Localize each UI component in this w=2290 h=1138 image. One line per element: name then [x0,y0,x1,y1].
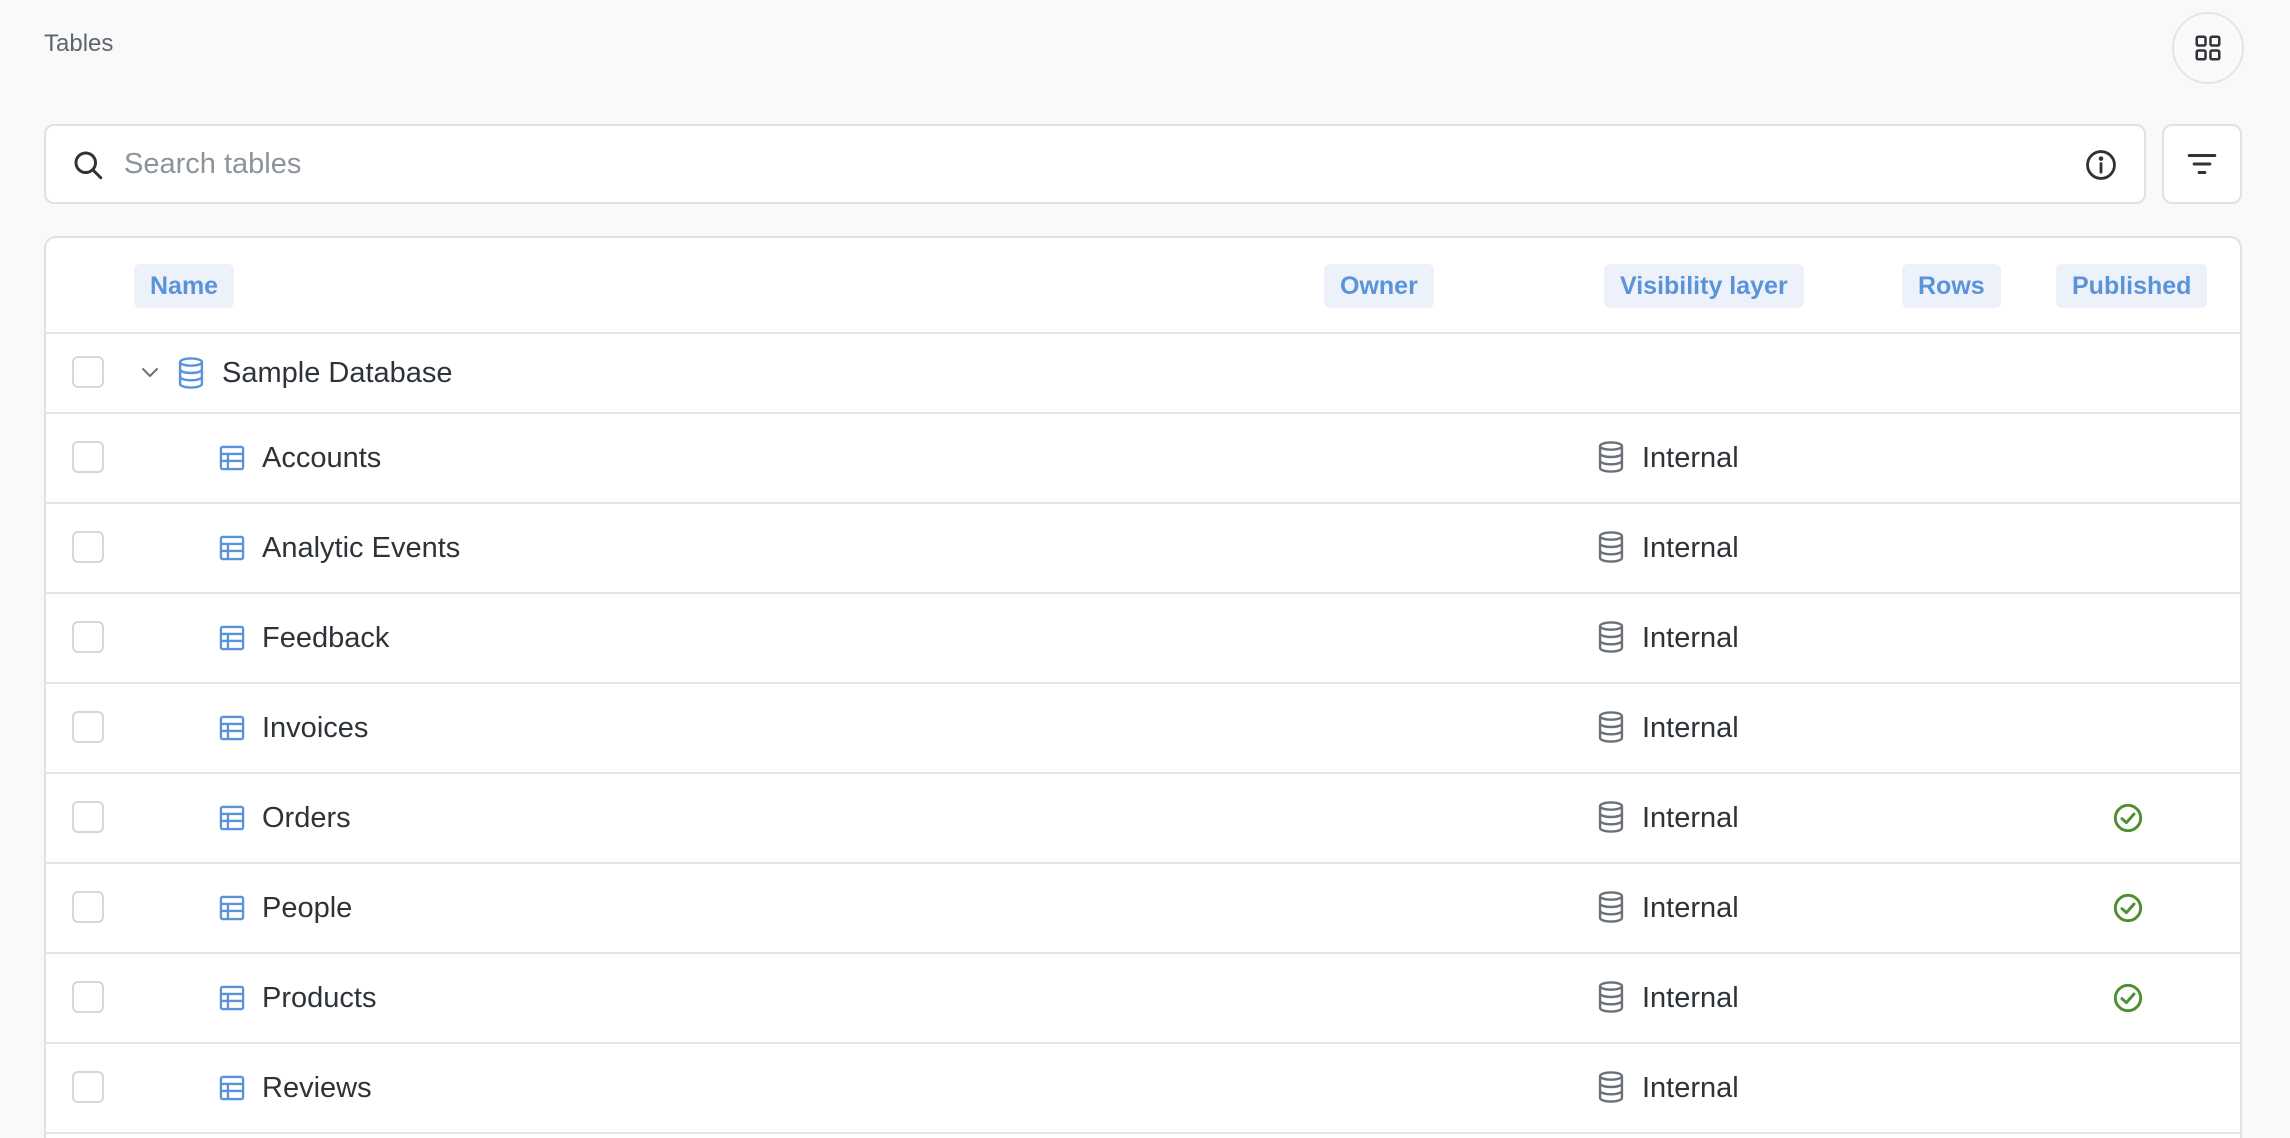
database-icon [1598,441,1624,473]
table-icon [219,535,245,561]
visibility-layer: Internal [1642,982,1739,1014]
database-icon [1598,1071,1624,1103]
table-header: Name Owner Visibility layer Rows Publish… [46,238,2240,334]
row-checkbox[interactable] [72,621,104,653]
filter-icon [2187,153,2217,175]
grid-icon [2195,35,2221,61]
table-row[interactable]: Invoices Internal [46,684,2240,774]
visibility-layer: Internal [1642,532,1739,564]
database-icon [1598,891,1624,923]
search-bar [44,124,2146,204]
table-row[interactable]: Reviews Internal [46,1044,2240,1134]
breadcrumb[interactable]: Tables [44,30,113,58]
database-icon [1598,981,1624,1013]
database-name: Sample Database [222,357,453,389]
tables-table: Name Owner Visibility layer Rows Publish… [44,236,2242,1138]
table-row[interactable]: Products Internal [46,954,2240,1044]
column-header-name[interactable]: Name [134,264,235,308]
table-row[interactable]: Feedback Internal [46,594,2240,684]
database-row[interactable]: Sample Database [46,334,2240,414]
row-checkbox[interactable] [72,891,104,923]
database-icon [1598,531,1624,563]
table-name[interactable]: Reviews [262,1069,372,1107]
row-checkbox[interactable] [72,531,104,563]
table-icon [219,1075,245,1101]
table-icon [219,445,245,471]
table-name[interactable]: Orders [262,799,351,837]
row-checkbox[interactable] [72,711,104,743]
visibility-layer: Internal [1642,442,1739,474]
database-icon [1598,801,1624,833]
check-circle-icon [2113,803,2143,833]
database-icon [1598,621,1624,653]
layout-toggle-button[interactable] [2172,12,2244,84]
database-icon [1598,711,1624,743]
table-name[interactable]: Accounts [262,439,381,477]
column-header-rows[interactable]: Rows [1902,264,2001,308]
row-checkbox[interactable] [72,356,104,388]
column-header-owner[interactable]: Owner [1324,264,1434,308]
database-icon [178,357,204,389]
chevron-down-icon[interactable] [138,360,162,384]
visibility-layer: Internal [1642,892,1739,924]
check-circle-icon [2113,983,2143,1013]
search-icon [74,151,103,180]
table-icon [219,895,245,921]
table-row[interactable]: Analytic Events Internal [46,504,2240,594]
table-name[interactable]: Feedback [262,619,389,657]
visibility-layer: Internal [1642,622,1739,654]
check-circle-icon [2113,893,2143,923]
tables-page: Tables Name Owner Visib [0,0,2290,1138]
table-name[interactable]: Products [262,979,376,1017]
column-header-visibility[interactable]: Visibility layer [1604,264,1804,308]
filter-button[interactable] [2162,124,2242,204]
table-name[interactable]: People [262,889,352,927]
table-row[interactable]: People Internal [46,864,2240,954]
table-rows: Accounts Internal Analytic Events Internal F… [46,414,2240,1134]
row-checkbox[interactable] [72,1071,104,1103]
row-checkbox[interactable] [72,981,104,1013]
table-icon [219,625,245,651]
visibility-layer: Internal [1642,712,1739,744]
row-checkbox[interactable] [72,801,104,833]
row-checkbox[interactable] [72,441,104,473]
table-row[interactable]: Orders Internal [46,774,2240,864]
table-icon [219,985,245,1011]
visibility-layer: Internal [1642,802,1739,834]
column-header-published[interactable]: Published [2056,264,2208,308]
table-row[interactable]: Accounts Internal [46,414,2240,504]
search-input[interactable] [124,138,2024,190]
table-name[interactable]: Analytic Events [262,529,460,567]
info-icon[interactable] [2084,148,2118,182]
table-icon [219,805,245,831]
table-name[interactable]: Invoices [262,709,368,747]
visibility-layer: Internal [1642,1072,1739,1104]
table-icon [219,715,245,741]
